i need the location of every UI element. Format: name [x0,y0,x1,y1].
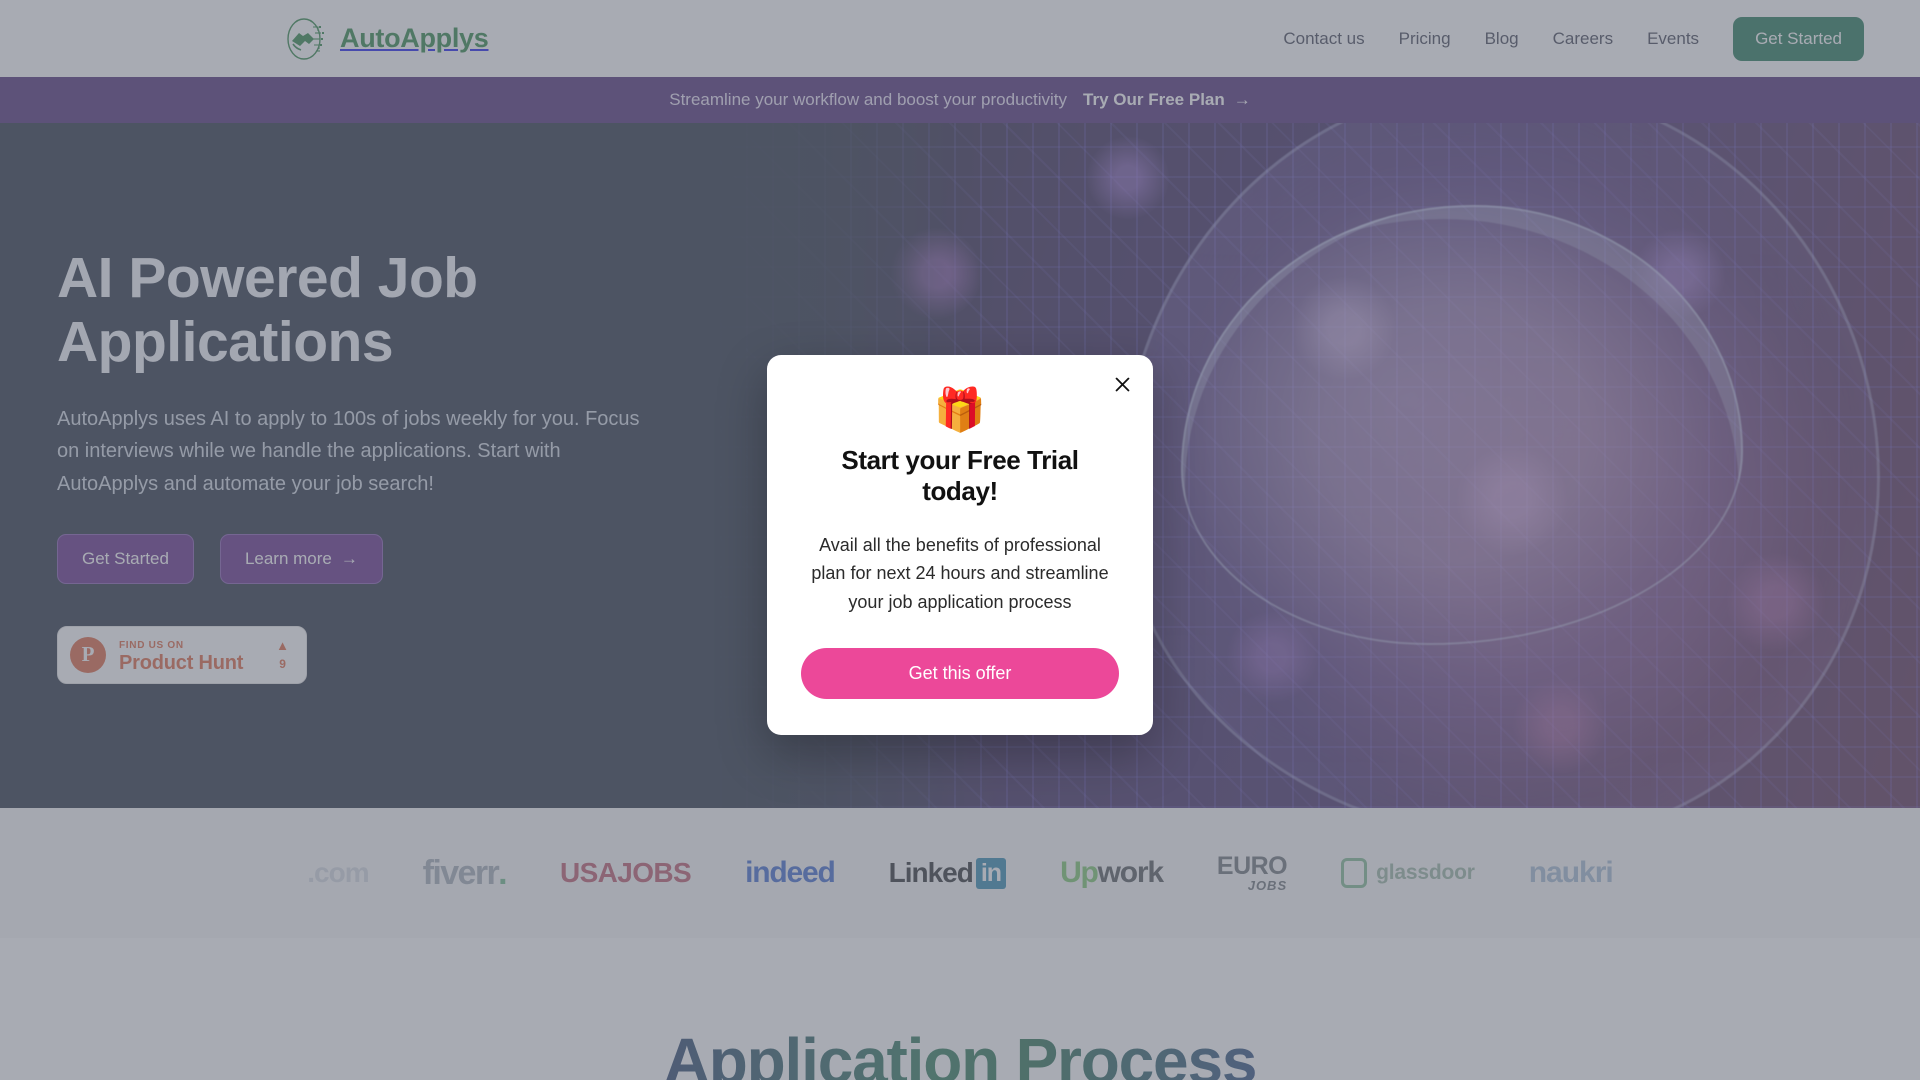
modal-overlay[interactable]: 🎁 Start your Free Trial today! Avail all… [0,0,1920,1080]
modal-body-text: Avail all the benefits of professional p… [811,535,1109,612]
modal-title: Start your Free Trial today! [841,445,1079,506]
get-this-offer-button[interactable]: Get this offer [801,648,1119,700]
free-trial-modal: 🎁 Start your Free Trial today! Avail all… [767,355,1153,736]
close-icon [1115,377,1129,391]
gift-icon: 🎁 [933,386,987,433]
modal-close-button[interactable] [1109,371,1135,397]
